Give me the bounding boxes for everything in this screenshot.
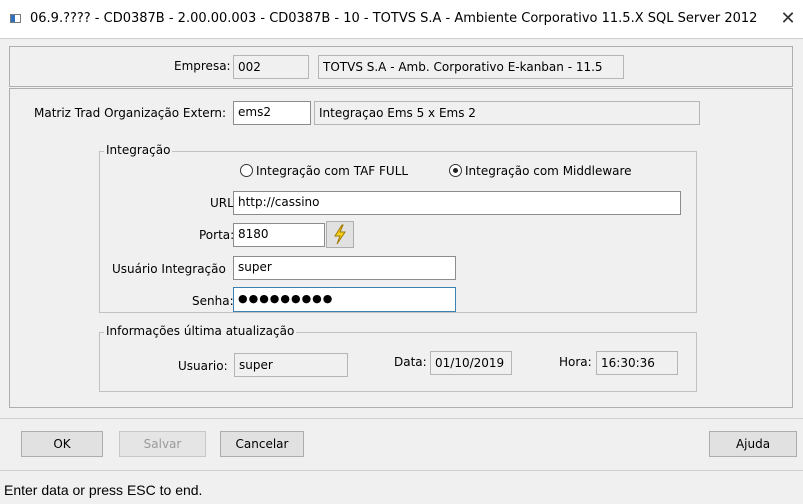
salvar-button[interactable]: Salvar bbox=[119, 431, 206, 457]
matriz-description-field: Integraçao Ems 5 x Ems 2 bbox=[314, 101, 700, 125]
radio-taf-full[interactable] bbox=[240, 164, 253, 177]
empresa-description-field: TOTVS S.A - Amb. Corporativo E-kanban - … bbox=[318, 55, 624, 79]
status-bar: Enter data or press ESC to end. bbox=[0, 470, 803, 504]
matriz-input[interactable]: ems2 bbox=[233, 101, 311, 125]
usuario-integracao-label: Usuário Integração bbox=[112, 262, 226, 276]
matriz-label: Matriz Trad Organização Extern: bbox=[34, 106, 227, 120]
senha-input[interactable]: ●●●●●●●●● bbox=[233, 287, 456, 312]
empresa-label: Empresa: bbox=[174, 59, 231, 73]
integracao-group: Integração Integração com TAF FULL Integ… bbox=[99, 143, 697, 313]
radio-middleware[interactable] bbox=[449, 164, 462, 177]
title-bar: 06.9.???? - CD0387B - 2.00.00.003 - CD03… bbox=[0, 0, 803, 39]
url-input[interactable]: http://cassino bbox=[233, 191, 681, 215]
ajuda-button[interactable]: Ajuda bbox=[709, 431, 797, 457]
test-connection-button[interactable] bbox=[326, 221, 354, 248]
ultima-hora-field: 16:30:36 bbox=[596, 351, 678, 375]
senha-label: Senha: bbox=[192, 294, 234, 308]
ultima-data-label: Data: bbox=[394, 355, 427, 369]
empresa-panel: Empresa: 002 TOTVS S.A - Amb. Corporativ… bbox=[9, 46, 793, 87]
ultima-data-field: 01/10/2019 bbox=[430, 351, 512, 375]
porta-label: Porta: bbox=[199, 228, 235, 242]
ultima-usuario-field: super bbox=[234, 353, 348, 377]
empresa-code-field: 002 bbox=[233, 55, 309, 79]
ultima-hora-label: Hora: bbox=[559, 355, 592, 369]
ultima-usuario-label: Usuario: bbox=[178, 359, 228, 373]
main-form-panel: Matriz Trad Organização Extern: ems2 Int… bbox=[9, 88, 793, 408]
lightning-bolt-icon bbox=[334, 224, 346, 245]
ultima-atualizacao-legend: Informações última atualização bbox=[104, 324, 297, 338]
ultima-atualizacao-group: Informações última atualização Usuario: … bbox=[99, 324, 697, 392]
radio-middleware-label[interactable]: Integração com Middleware bbox=[465, 164, 632, 178]
cancelar-button[interactable]: Cancelar bbox=[220, 431, 304, 457]
app-window-icon bbox=[10, 14, 21, 23]
window-title: 06.9.???? - CD0387B - 2.00.00.003 - CD03… bbox=[30, 11, 758, 26]
usuario-integracao-input[interactable]: super bbox=[233, 256, 456, 280]
radio-taf-full-label[interactable]: Integração com TAF FULL bbox=[256, 164, 408, 178]
button-bar: OK Salvar Cancelar Ajuda bbox=[0, 418, 803, 468]
ok-button[interactable]: OK bbox=[21, 431, 103, 457]
integracao-legend: Integração bbox=[104, 143, 173, 157]
status-text: Enter data or press ESC to end. bbox=[4, 482, 203, 498]
porta-input[interactable]: 8180 bbox=[233, 223, 325, 247]
close-icon[interactable]: ✕ bbox=[776, 8, 800, 30]
